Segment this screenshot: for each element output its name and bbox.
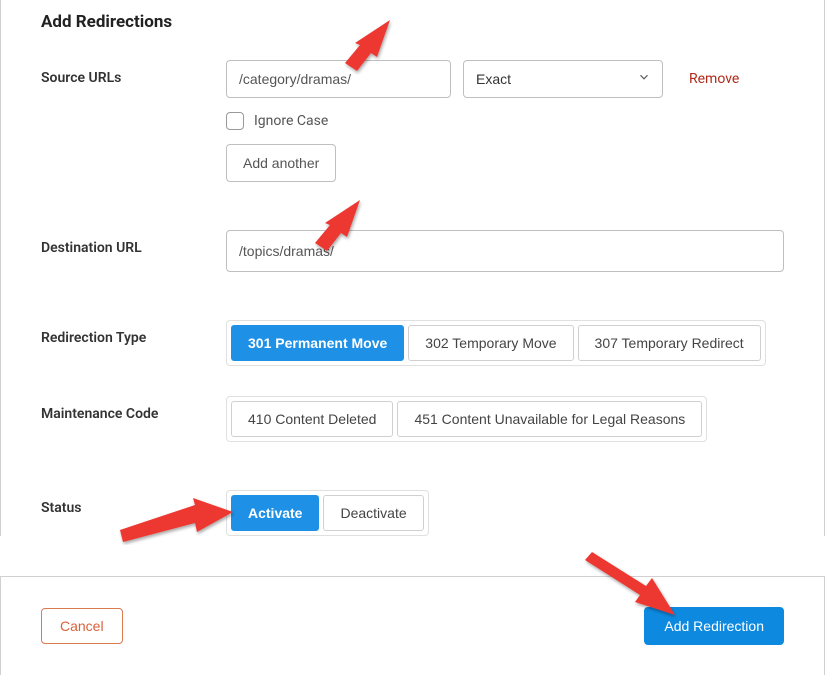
maintenance-code-fields: 410 Content Deleted 451 Content Unavaila… <box>226 396 784 442</box>
destination-label: Destination URL <box>41 230 226 256</box>
footer-bar: Cancel Add Redirection <box>0 576 825 675</box>
option-301-button[interactable]: 301 Permanent Move <box>231 325 404 361</box>
option-410-button[interactable]: 410 Content Deleted <box>231 401 393 437</box>
destination-row: Destination URL <box>41 230 784 272</box>
status-fields: Activate Deactivate <box>226 490 784 536</box>
cancel-button[interactable]: Cancel <box>41 608 123 644</box>
status-label: Status <box>41 490 226 516</box>
match-type-select[interactable]: Exact <box>463 60 663 98</box>
source-url-input[interactable] <box>226 60 451 98</box>
redirection-type-label: Redirection Type <box>41 320 226 346</box>
source-label: Source URLs <box>41 60 226 86</box>
source-fields: Exact Remove Ignore Case Add another <box>226 60 784 182</box>
redirection-type-group: 301 Permanent Move 302 Temporary Move 30… <box>226 320 766 366</box>
redirection-type-row: Redirection Type 301 Permanent Move 302 … <box>41 320 784 366</box>
maintenance-code-group: 410 Content Deleted 451 Content Unavaila… <box>226 396 707 442</box>
ignore-case-label: Ignore Case <box>254 113 328 129</box>
match-type-select-wrap: Exact <box>463 60 663 98</box>
ignore-case-checkbox[interactable] <box>226 112 244 130</box>
source-row: Source URLs Exact Remove Ignore Case Add <box>41 60 784 182</box>
page-title: Add Redirections <box>41 12 784 32</box>
ignore-case-row: Ignore Case <box>226 112 784 130</box>
option-302-button[interactable]: 302 Temporary Move <box>408 325 573 361</box>
activate-button[interactable]: Activate <box>231 495 319 531</box>
destination-url-input[interactable] <box>226 230 784 272</box>
maintenance-code-row: Maintenance Code 410 Content Deleted 451… <box>41 396 784 442</box>
option-451-button[interactable]: 451 Content Unavailable for Legal Reason… <box>397 401 702 437</box>
maintenance-code-label: Maintenance Code <box>41 396 226 422</box>
destination-fields <box>226 230 784 272</box>
add-another-button[interactable]: Add another <box>226 144 336 182</box>
add-redirection-button[interactable]: Add Redirection <box>644 607 784 645</box>
status-group: Activate Deactivate <box>226 490 429 536</box>
remove-link[interactable]: Remove <box>689 71 739 87</box>
status-row: Status Activate Deactivate <box>41 490 784 536</box>
deactivate-button[interactable]: Deactivate <box>323 495 423 531</box>
option-307-button[interactable]: 307 Temporary Redirect <box>578 325 761 361</box>
redirection-panel: Add Redirections Source URLs Exact Remov… <box>0 0 825 536</box>
redirection-type-fields: 301 Permanent Move 302 Temporary Move 30… <box>226 320 784 366</box>
source-line: Exact Remove <box>226 60 784 98</box>
